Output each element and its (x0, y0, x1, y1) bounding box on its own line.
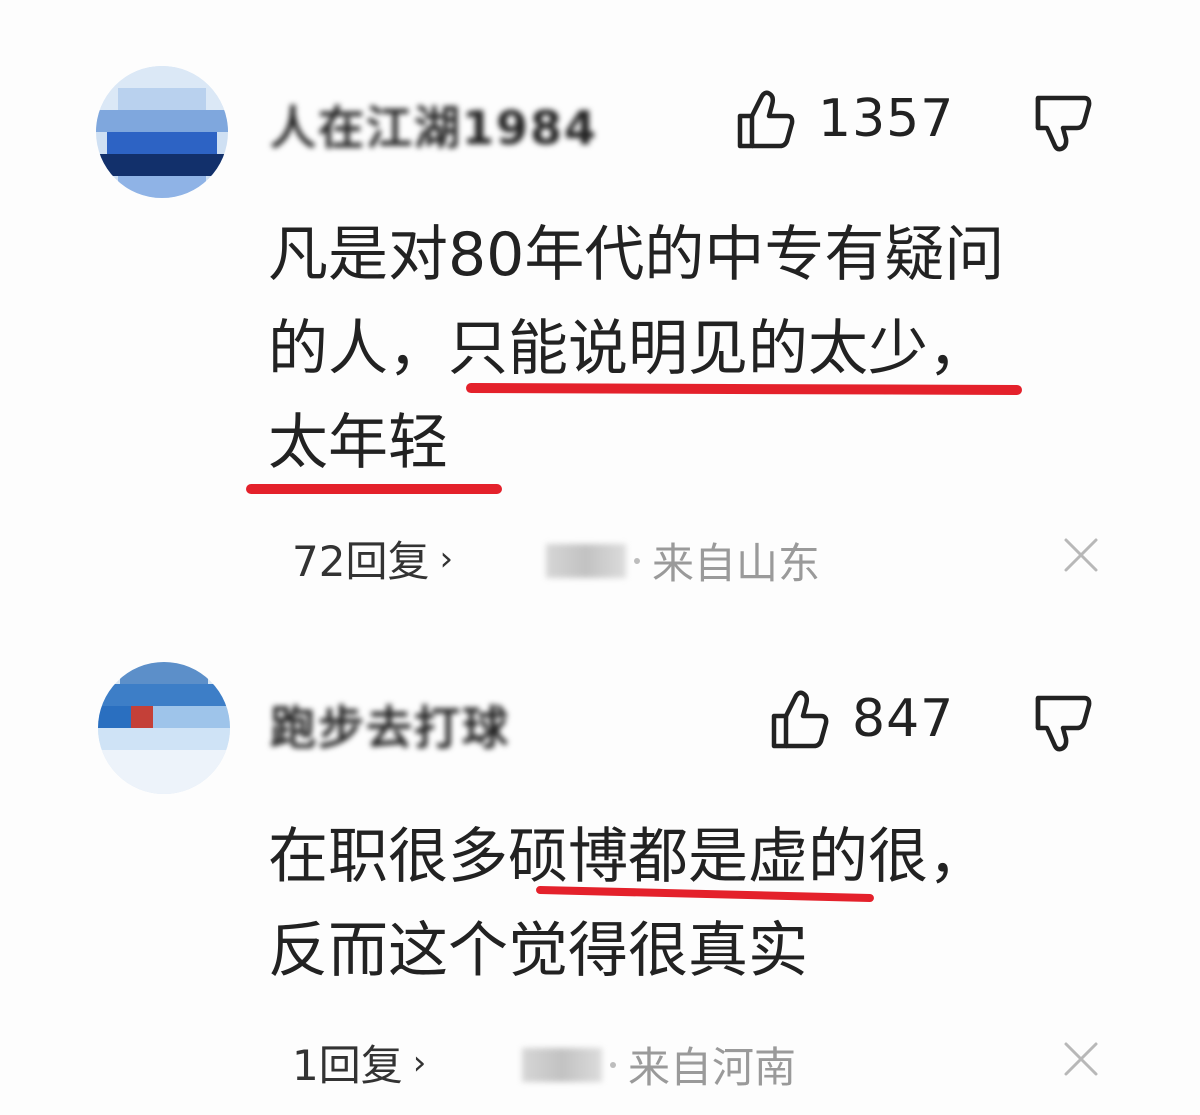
highlight-underline (465, 383, 1023, 395)
replies-link[interactable]: 1回复 › (292, 1032, 426, 1093)
location-text: 来自河南 (628, 1043, 797, 1092)
like-button[interactable]: 847 (770, 684, 954, 754)
comment-text: 在职很多硕博都是虚的很， 反而这个觉得很真实 (268, 810, 988, 998)
comment-text-line: 凡是对80年代的中专有疑问 (268, 220, 1005, 290)
like-button[interactable]: 1357 (736, 84, 954, 154)
separator-dot (610, 1061, 616, 1068)
avatar[interactable] (96, 66, 228, 198)
replies-link[interactable]: 72回复 › (292, 528, 453, 589)
thumbs-up-icon (737, 90, 795, 149)
like-count: 847 (852, 689, 955, 749)
thumbs-up-icon (771, 690, 829, 749)
thumbs-down-icon[interactable] (1032, 692, 1094, 754)
location-info: 来自河南 (522, 1034, 796, 1095)
thumbs-down-icon[interactable] (1032, 92, 1094, 154)
comment-text: 凡是对80年代的中专有疑问 的人，只能说明见的太少， 太年轻 (268, 208, 1004, 490)
comment-text-line: 太年轻 (268, 408, 448, 478)
blurred-date (522, 1047, 602, 1082)
location-text: 来自山东 (652, 539, 821, 588)
avatar[interactable] (98, 662, 230, 794)
replies-count: 72回复 (292, 537, 430, 586)
chevron-right-icon: › (439, 538, 454, 579)
highlight-underline (246, 484, 502, 494)
comment-item: 跑步去打球 847 在职很多硕博都是虚的很， 反而这个觉得很真实 1回复 › 来… (0, 600, 1200, 1115)
like-count: 1357 (818, 89, 955, 149)
username[interactable]: 人在江湖1984 (270, 92, 598, 155)
separator-dot (634, 557, 640, 564)
chevron-right-icon: › (412, 1042, 427, 1083)
location-info: 来自山东 (546, 530, 820, 591)
comment-text-line: 反而这个觉得很真实 (268, 916, 808, 986)
blurred-date (546, 543, 626, 578)
replies-count: 1回复 (292, 1041, 403, 1090)
close-icon[interactable] (1062, 536, 1100, 574)
comment-item: 人在江湖1984 1357 凡是对80年代的中专有疑问 的人，只能说明见的太少，… (0, 0, 1200, 600)
username[interactable]: 跑步去打球 (270, 692, 510, 755)
close-icon[interactable] (1062, 1040, 1100, 1078)
comment-text-line: 的人，只能说明见的太少， (268, 314, 988, 384)
